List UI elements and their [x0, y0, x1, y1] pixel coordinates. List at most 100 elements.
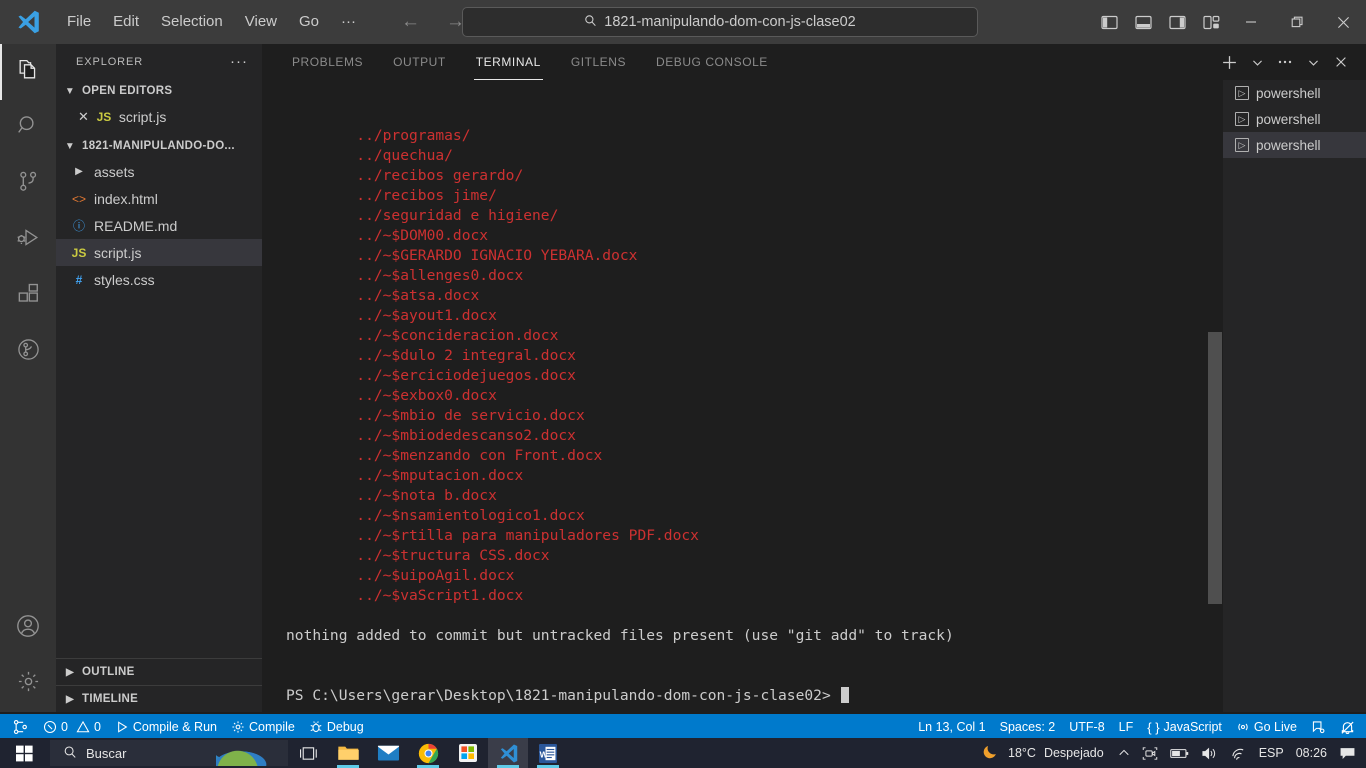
ellipsis-icon[interactable]: ··· [230, 53, 248, 70]
activity-accounts[interactable] [0, 600, 56, 656]
terminal-output[interactable]: ../programas/ ../quechua/ ../recibos ger… [262, 80, 1222, 712]
menu-selection[interactable]: Selection [150, 0, 234, 44]
activity-run-debug[interactable] [0, 212, 56, 268]
activity-extensions[interactable] [0, 268, 56, 324]
taskbar-visual-studio-code[interactable] [488, 738, 528, 768]
sidebar-title-label: EXPLORER [76, 55, 144, 68]
tree-item-styles-css[interactable]: # styles.css [56, 266, 262, 293]
taskbar-file-explorer[interactable] [328, 738, 368, 768]
hide-panel-button[interactable] [1300, 48, 1326, 76]
status-notifications[interactable] [1333, 714, 1362, 740]
status-problems[interactable]: 0 0 [36, 714, 108, 740]
terminal-line: ../~$allenges0.docx [286, 267, 524, 284]
tree-item-assets[interactable]: ▶ assets [56, 158, 262, 185]
taskbar-search-input[interactable]: Buscar [50, 740, 288, 766]
tab-debug-console[interactable]: DEBUG CONSOLE [646, 44, 778, 80]
terminal-line: ../~$vaScript1.docx [286, 587, 524, 604]
activity-explorer[interactable] [0, 44, 56, 100]
status-remote-indicator[interactable] [0, 714, 36, 740]
activity-search[interactable] [0, 100, 56, 156]
open-editor-item-script-js[interactable]: ✕ JS script.js [56, 103, 262, 130]
tree-item-script-js[interactable]: JS script.js [56, 239, 262, 266]
status-cursor-position[interactable]: Ln 13, Col 1 [911, 714, 992, 740]
tray-clock[interactable]: 08:26 [1290, 738, 1333, 768]
close-button[interactable] [1320, 0, 1366, 44]
tray-camera-icon[interactable] [1136, 738, 1164, 768]
status-language-mode[interactable]: { } JavaScript [1140, 714, 1229, 740]
tray-network-icon[interactable] [1224, 738, 1253, 768]
tree-item-readme-md[interactable]: ⓘ README.md [56, 212, 262, 239]
tree-item-label: script.js [94, 244, 142, 261]
tree-item-label: styles.css [94, 271, 155, 288]
panel-more-actions[interactable] [1272, 48, 1298, 76]
status-gitlens[interactable] [1304, 714, 1333, 740]
activity-source-control[interactable] [0, 156, 56, 212]
panel-body: ../programas/ ../quechua/ ../recibos ger… [262, 80, 1366, 712]
section-outline[interactable]: ▶ OUTLINE [56, 658, 262, 685]
status-go-live[interactable]: Go Live [1229, 714, 1304, 740]
terminal-profile-dropdown[interactable] [1244, 48, 1270, 76]
html-file-icon: <> [71, 191, 86, 206]
terminal-instance-2[interactable]: ▷ powershell [1223, 106, 1366, 132]
toggle-panel[interactable] [1126, 0, 1160, 44]
status-end-of-line[interactable]: LF [1112, 714, 1141, 740]
tab-problems[interactable]: PROBLEMS [282, 44, 373, 80]
status-go-live-label: Go Live [1253, 720, 1297, 734]
tray-battery-icon[interactable] [1164, 738, 1195, 768]
toggle-secondary-sidebar[interactable] [1160, 0, 1194, 44]
status-compile-and-run[interactable]: Compile & Run [108, 714, 224, 740]
js-file-icon: JS [71, 245, 87, 260]
section-open-editors[interactable]: ▼ OPEN EDITORS [56, 79, 262, 103]
task-view-icon[interactable] [288, 738, 328, 768]
terminal-line: ../~$nsamientologico1.docx [286, 507, 585, 524]
terminal-line: ../~$mputacion.docx [286, 467, 524, 484]
activity-gitlens[interactable] [0, 324, 56, 380]
close-icon[interactable]: ✕ [78, 109, 89, 125]
command-center-search[interactable]: 1821-manipulando-dom-con-js-clase02 [462, 7, 978, 37]
section-project-folder[interactable]: ▼ 1821-MANIPULANDO-DO... [56, 134, 262, 158]
menu-go[interactable]: Go [288, 0, 330, 44]
windows-start-icon[interactable] [0, 738, 48, 768]
menu-edit[interactable]: Edit [102, 0, 150, 44]
menu-view[interactable]: View [234, 0, 288, 44]
section-timeline[interactable]: ▶ TIMELINE [56, 685, 262, 712]
taskbar-microsoft-store[interactable] [448, 738, 488, 768]
tray-language[interactable]: ESP [1253, 738, 1290, 768]
taskbar-mail[interactable] [368, 738, 408, 768]
menu-file[interactable]: File [56, 0, 102, 44]
window-actions [1092, 0, 1366, 44]
maximize-button[interactable] [1274, 0, 1320, 44]
status-compile[interactable]: Compile [224, 714, 302, 740]
action-center-icon[interactable] [1333, 738, 1362, 768]
close-panel-button[interactable] [1328, 48, 1354, 76]
taskbar-microsoft-word[interactable]: W [528, 738, 568, 768]
terminal-line: ../~$tructura CSS.docx [286, 547, 550, 564]
status-indentation[interactable]: Spaces: 2 [993, 714, 1063, 740]
tray-volume-icon[interactable] [1195, 738, 1224, 768]
menu-more[interactable]: ··· [330, 0, 367, 44]
tab-output[interactable]: OUTPUT [383, 44, 456, 80]
status-debug[interactable]: Debug [302, 714, 371, 740]
terminal-line: ../programas/ [286, 127, 471, 144]
minimize-button[interactable] [1228, 0, 1274, 44]
activity-settings[interactable] [0, 656, 56, 712]
terminal-instance-1[interactable]: ▷ powershell [1223, 80, 1366, 106]
arrow-left-icon[interactable]: ← [401, 11, 420, 33]
toggle-primary-sidebar[interactable] [1092, 0, 1126, 44]
taskbar-google-chrome[interactable] [408, 738, 448, 768]
terminal-instance-3[interactable]: ▷ powershell [1223, 132, 1366, 158]
search-value: 1821-manipulando-dom-con-js-clase02 [604, 14, 856, 30]
activity-bar [0, 44, 56, 712]
tree-item-index-html[interactable]: <> index.html [56, 185, 262, 212]
tray-show-hidden-icons[interactable] [1112, 738, 1136, 768]
activity-bar-bottom [0, 600, 56, 712]
customize-layout[interactable] [1194, 0, 1228, 44]
status-encoding[interactable]: UTF-8 [1062, 714, 1111, 740]
tab-gitlens[interactable]: GITLENS [561, 44, 636, 80]
terminal-scrollbar[interactable] [1208, 80, 1222, 712]
terminal-scrollbar-thumb[interactable] [1208, 332, 1222, 604]
terminal-instance-label: powershell [1256, 137, 1321, 153]
tray-weather[interactable]: 18°C Despejado [977, 743, 1112, 763]
tab-terminal[interactable]: TERMINAL [466, 44, 551, 80]
new-terminal-button[interactable] [1216, 48, 1242, 76]
